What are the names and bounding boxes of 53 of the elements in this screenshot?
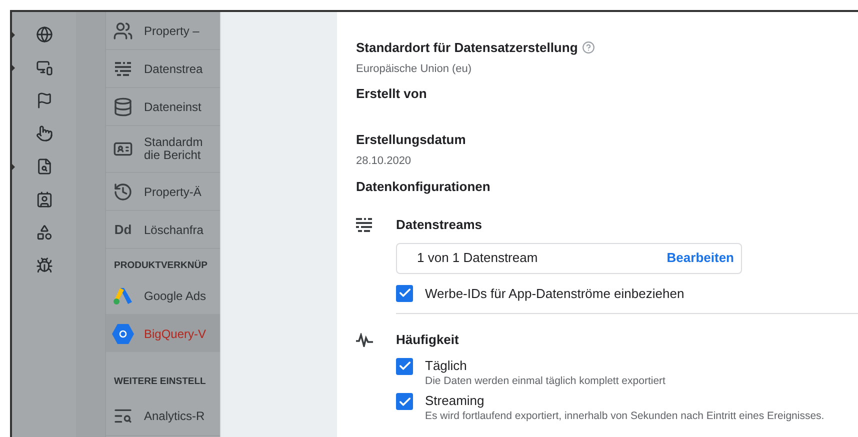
nav-label: die Bericht [144, 149, 202, 162]
nav-label: Dateneinst [144, 98, 202, 116]
section-title: Häufigkeit [396, 331, 459, 349]
database-icon [113, 96, 133, 116]
lines-icon [115, 62, 131, 76]
field-value: Europäische Union (eu) [356, 62, 473, 76]
nav-label: Property – [144, 22, 200, 40]
text-icon: Dd [114, 220, 132, 240]
bug-icon[interactable] [36, 257, 52, 274]
checkbox[interactable] [396, 358, 413, 374]
checkbox[interactable] [396, 393, 413, 410]
report-search-icon[interactable] [36, 158, 52, 175]
section-header: WEITERE EINSTELL [114, 376, 206, 388]
lines-icon [356, 218, 372, 232]
nav-label: Google Ads [144, 288, 206, 305]
shapes-icon[interactable] [36, 224, 52, 241]
checkmark-icon [398, 394, 412, 409]
devices-icon[interactable] [36, 59, 52, 76]
flag-icon[interactable] [36, 92, 52, 109]
edit-link[interactable]: Bearbeiten [666, 248, 734, 268]
nav-label: Property-Ä [144, 184, 202, 200]
section-title: Datenstreams [396, 216, 482, 234]
nav-label: Löschanfra [144, 222, 204, 238]
expand-caret-icon[interactable] [12, 164, 15, 170]
hexagon-logo-icon [112, 324, 134, 344]
nav-label: Analytics-R [144, 408, 205, 425]
expand-caret-icon[interactable] [12, 64, 15, 70]
ads-logo-icon [113, 286, 133, 305]
option-description: Die Daten werden einmal täglich komplett exportiert [425, 374, 666, 388]
help-icon[interactable] [582, 41, 595, 54]
option-label: Täglich [425, 358, 468, 374]
nav-label: Standardm [144, 136, 203, 149]
option-label: Streaming [425, 393, 486, 410]
nav-label: Datenstrea [144, 60, 203, 78]
option-description: Es wird fortlaufend exportiert, innerhalb von Sekunden nach Eintritt eines Ereignisses. [425, 409, 824, 424]
section-title: Datenkonfigurationen [356, 179, 490, 194]
section-header: PRODUKTVERKNÜP [114, 260, 208, 271]
checkmark-icon [398, 359, 412, 373]
person-list-icon[interactable] [36, 191, 52, 208]
checkbox-label: Werbe-IDs für App-Datenströme einbeziehen [425, 284, 684, 303]
field-label: Erstellt von [356, 85, 427, 103]
people-icon [113, 20, 133, 40]
globe-icon[interactable] [36, 26, 52, 43]
pulse-icon [356, 332, 374, 347]
field-label: Standardort für Datensatzerstellung [356, 39, 578, 57]
field-label: Erstellungsdatum [356, 131, 466, 149]
checkbox[interactable] [396, 284, 413, 302]
field-value: 28.10.2020 [356, 154, 412, 168]
expand-caret-icon[interactable] [12, 32, 15, 38]
stream-count: 1 von 1 Datenstream [417, 249, 538, 268]
history-icon [113, 182, 133, 202]
nav-label: BigQuery-V [144, 326, 206, 343]
hand-pointer-icon[interactable] [36, 125, 52, 142]
